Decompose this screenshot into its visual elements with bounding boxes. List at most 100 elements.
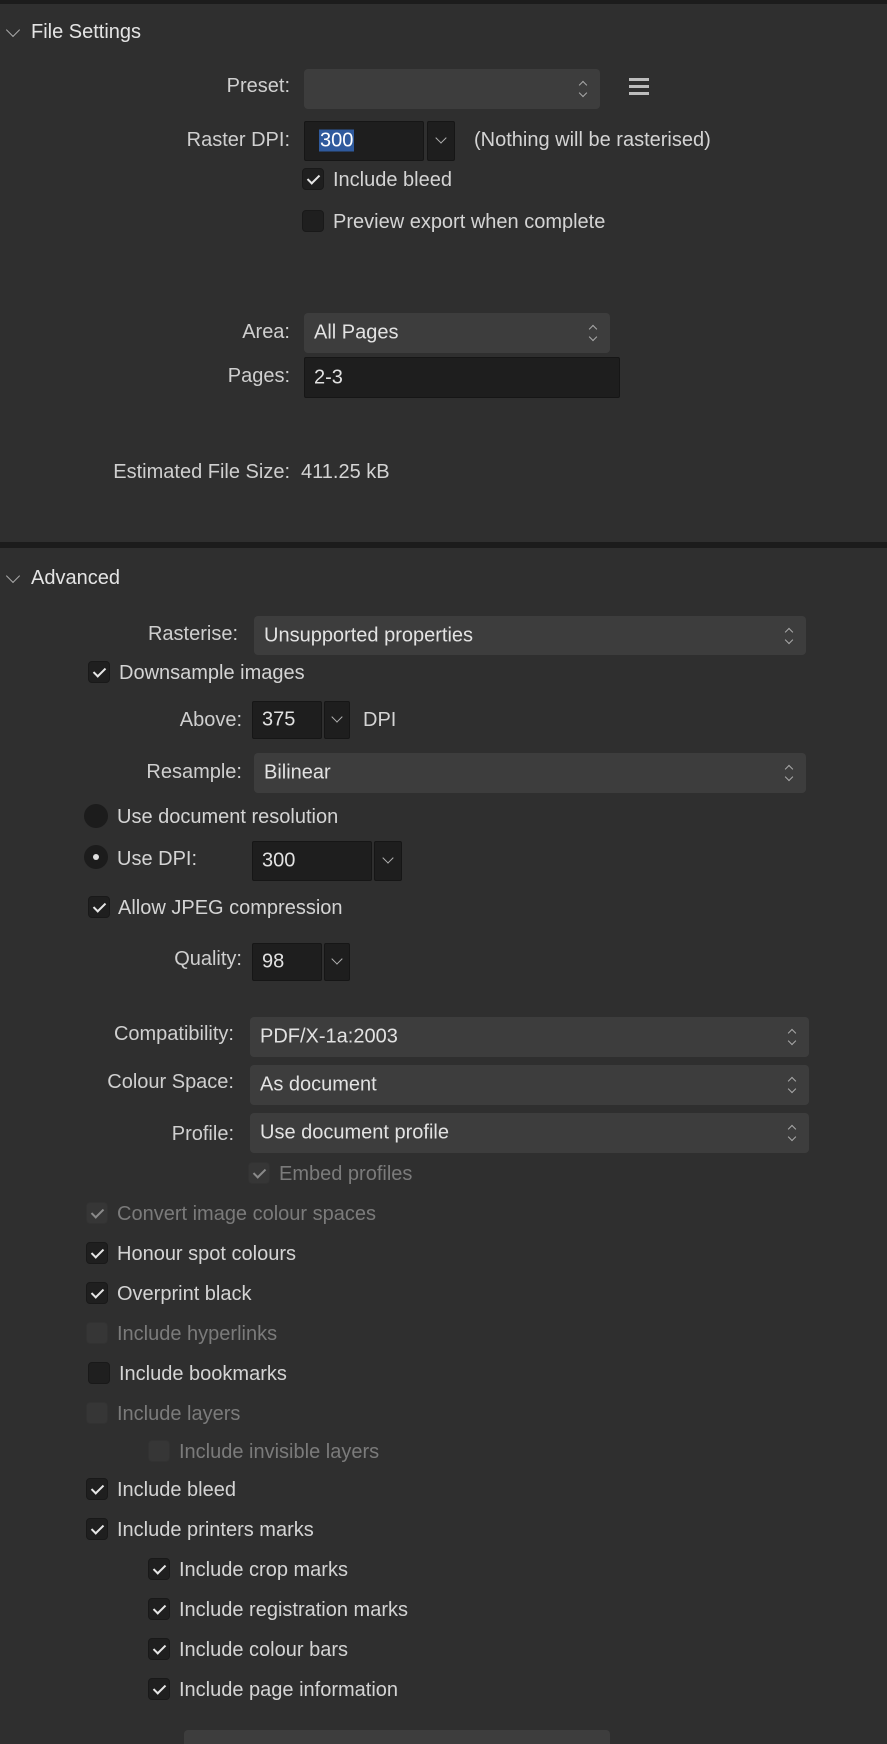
above-unit: DPI bbox=[363, 709, 397, 731]
profile-select[interactable]: Use document profile bbox=[250, 1113, 809, 1153]
updown-arrows-icon bbox=[787, 1122, 797, 1144]
resample-label: Resample: bbox=[146, 761, 242, 783]
updown-arrows-icon bbox=[578, 78, 588, 100]
use-dpi-dropdown[interactable] bbox=[374, 841, 402, 881]
chevron-down-icon[interactable] bbox=[5, 568, 21, 584]
include-invisible-layers-label[interactable]: Include invisible layers bbox=[179, 1441, 379, 1464]
include-registration-marks-checkbox[interactable] bbox=[148, 1598, 170, 1620]
include-page-information-label[interactable]: Include page information bbox=[179, 1679, 398, 1702]
raster-dpi-dropdown[interactable] bbox=[427, 121, 455, 161]
above-label: Above: bbox=[179, 709, 242, 731]
include-layers-checkbox[interactable] bbox=[86, 1402, 108, 1424]
area-value: All Pages bbox=[314, 321, 399, 344]
colour-space-label: Colour Space: bbox=[107, 1071, 234, 1093]
use-dpi-value: 300 bbox=[262, 849, 296, 872]
estimated-size-value: 411.25 kB bbox=[301, 461, 390, 483]
compat-value: PDF/X-1a:2003 bbox=[260, 1025, 398, 1048]
area-label: Area: bbox=[242, 321, 290, 343]
adv-include-bleed-checkbox[interactable] bbox=[86, 1478, 108, 1500]
profile-value: Use document profile bbox=[260, 1121, 449, 1144]
include-layers-label[interactable]: Include layers bbox=[117, 1403, 240, 1426]
profile-label: Profile: bbox=[171, 1123, 234, 1145]
section-divider bbox=[0, 542, 887, 548]
convert-colour-label[interactable]: Convert image colour spaces bbox=[117, 1203, 376, 1226]
hamburger-menu-icon[interactable] bbox=[629, 78, 649, 96]
compat-label: Compatibility: bbox=[113, 1023, 234, 1045]
include-crop-marks-label[interactable]: Include crop marks bbox=[179, 1559, 348, 1582]
updown-arrows-icon bbox=[588, 322, 598, 344]
cut-off-select[interactable] bbox=[184, 1730, 610, 1744]
downsample-label[interactable]: Downsample images bbox=[119, 662, 305, 685]
pages-label: Pages: bbox=[227, 365, 290, 387]
include-invisible-layers-checkbox[interactable] bbox=[148, 1440, 170, 1462]
overprint-black-label[interactable]: Overprint black bbox=[117, 1283, 252, 1306]
preview-export-label[interactable]: Preview export when complete bbox=[333, 211, 605, 234]
preview-export-checkbox[interactable] bbox=[302, 210, 324, 232]
overprint-black-checkbox[interactable] bbox=[86, 1282, 108, 1304]
above-input[interactable]: 375 bbox=[252, 701, 322, 739]
include-bookmarks-label[interactable]: Include bookmarks bbox=[119, 1363, 287, 1386]
include-printers-marks-label[interactable]: Include printers marks bbox=[117, 1519, 314, 1542]
raster-dpi-label: Raster DPI: bbox=[186, 129, 290, 151]
above-value: 375 bbox=[262, 708, 296, 731]
rasterise-label: Rasterise: bbox=[147, 623, 238, 645]
include-hyperlinks-checkbox[interactable] bbox=[86, 1322, 108, 1344]
include-printers-marks-checkbox[interactable] bbox=[86, 1518, 108, 1540]
use-dpi-input[interactable]: 300 bbox=[252, 841, 372, 881]
pages-input[interactable]: 2-3 bbox=[304, 357, 620, 398]
area-select[interactable]: All Pages bbox=[304, 313, 610, 353]
preset-select[interactable] bbox=[304, 69, 600, 109]
include-registration-marks-label[interactable]: Include registration marks bbox=[179, 1599, 408, 1622]
use-dpi-label[interactable]: Use DPI: bbox=[117, 848, 197, 871]
allow-jpeg-checkbox[interactable] bbox=[88, 896, 110, 918]
updown-arrows-icon bbox=[787, 1074, 797, 1096]
honour-spot-checkbox[interactable] bbox=[86, 1242, 108, 1264]
colour-space-value: As document bbox=[260, 1073, 377, 1096]
fs-include-bleed-checkbox[interactable] bbox=[302, 168, 324, 190]
chevron-down-icon bbox=[382, 852, 394, 864]
raster-dpi-input[interactable]: 300 bbox=[304, 121, 424, 161]
updown-arrows-icon bbox=[784, 762, 794, 784]
use-doc-res-radio[interactable] bbox=[84, 804, 108, 828]
quality-label: Quality: bbox=[174, 948, 242, 970]
honour-spot-label[interactable]: Honour spot colours bbox=[117, 1243, 296, 1266]
resample-select[interactable]: Bilinear bbox=[254, 753, 806, 793]
embed-profiles-checkbox[interactable] bbox=[248, 1162, 270, 1184]
downsample-checkbox[interactable] bbox=[88, 661, 110, 683]
chevron-down-icon bbox=[435, 132, 447, 144]
file-settings-title[interactable]: File Settings bbox=[31, 21, 141, 44]
use-doc-res-label[interactable]: Use document resolution bbox=[117, 806, 338, 829]
quality-dropdown[interactable] bbox=[324, 943, 350, 981]
updown-arrows-icon bbox=[784, 625, 794, 647]
use-dpi-radio[interactable] bbox=[84, 845, 108, 869]
include-colour-bars-checkbox[interactable] bbox=[148, 1638, 170, 1660]
advanced-title[interactable]: Advanced bbox=[31, 567, 120, 590]
chevron-down-icon[interactable] bbox=[5, 22, 21, 38]
include-bookmarks-checkbox[interactable] bbox=[88, 1362, 110, 1384]
include-hyperlinks-label[interactable]: Include hyperlinks bbox=[117, 1323, 277, 1346]
compat-select[interactable]: PDF/X-1a:2003 bbox=[250, 1017, 809, 1057]
quality-input[interactable]: 98 bbox=[252, 943, 322, 981]
chevron-down-icon bbox=[331, 711, 343, 723]
rasterise-value: Unsupported properties bbox=[264, 624, 474, 646]
preset-label: Preset: bbox=[226, 75, 290, 97]
chevron-down-icon bbox=[331, 953, 343, 965]
allow-jpeg-label[interactable]: Allow JPEG compression bbox=[118, 897, 343, 920]
top-edge bbox=[0, 0, 887, 4]
fs-include-bleed-label[interactable]: Include bleed bbox=[333, 169, 452, 192]
raster-note: (Nothing will be rasterised) bbox=[474, 129, 711, 151]
above-dropdown[interactable] bbox=[324, 701, 350, 739]
include-colour-bars-label[interactable]: Include colour bars bbox=[179, 1639, 348, 1662]
updown-arrows-icon bbox=[787, 1026, 797, 1048]
embed-profiles-label[interactable]: Embed profiles bbox=[279, 1163, 412, 1186]
quality-value: 98 bbox=[262, 950, 285, 973]
include-crop-marks-checkbox[interactable] bbox=[148, 1558, 170, 1580]
estimated-size-label: Estimated File Size: bbox=[113, 461, 290, 483]
rasterise-select[interactable]: Unsupported properties bbox=[254, 616, 806, 655]
adv-include-bleed-label[interactable]: Include bleed bbox=[117, 1479, 236, 1502]
raster-dpi-value: 300 bbox=[319, 129, 355, 152]
include-page-information-checkbox[interactable] bbox=[148, 1678, 170, 1700]
colour-space-select[interactable]: As document bbox=[250, 1065, 809, 1105]
convert-colour-checkbox[interactable] bbox=[86, 1202, 108, 1224]
resample-value: Bilinear bbox=[264, 761, 331, 784]
